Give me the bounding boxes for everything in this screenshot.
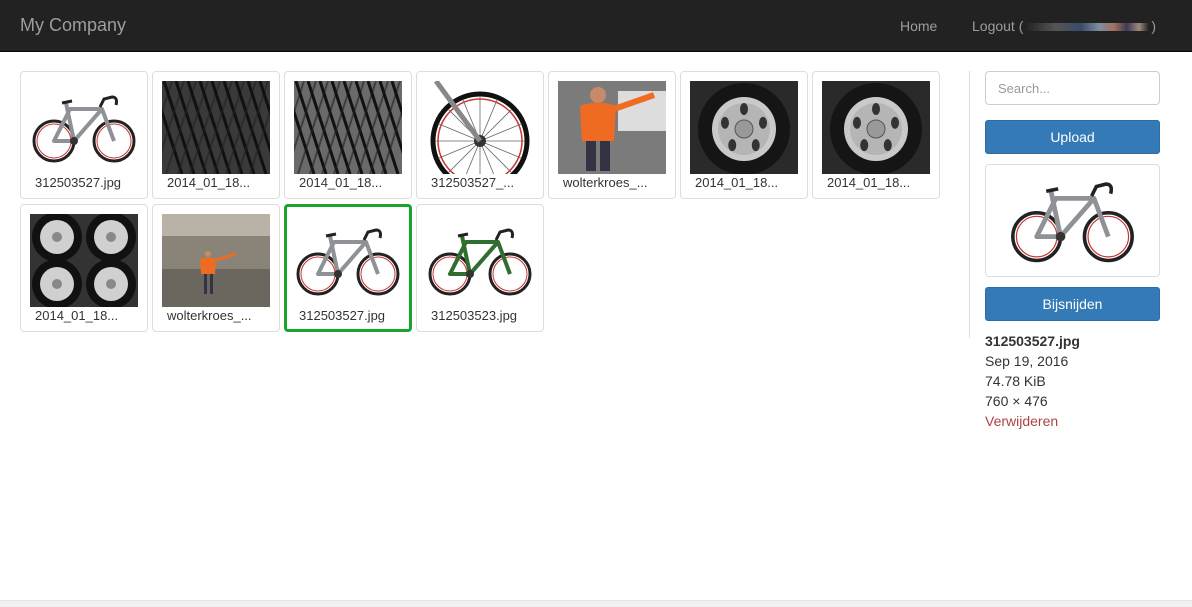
file-dimensions: 760 × 476 [985, 393, 1048, 409]
logout-close-paren: ) [1151, 18, 1157, 34]
file-name: 312503527.jpg [985, 333, 1080, 349]
thumbnail-image [30, 81, 138, 174]
file-size: 74.78 KiB [985, 373, 1046, 389]
thumbnail-caption: 2014_01_18... [162, 174, 270, 191]
file-date: Sep 19, 2016 [985, 353, 1069, 369]
thumbnail-image [690, 81, 798, 174]
thumbnail-caption: wolterkroes_... [558, 174, 666, 191]
thumbnail-caption: 312503527.jpg [294, 307, 402, 324]
thumbnail-card[interactable]: 2014_01_18... [680, 71, 808, 199]
upload-button[interactable]: Upload [985, 120, 1160, 154]
thumbnail-caption: wolterkroes_... [162, 307, 270, 324]
thumbnail-card[interactable]: 312503527_... [416, 71, 544, 199]
thumbnail-card[interactable]: wolterkroes_... [548, 71, 676, 199]
nav-logout-link[interactable]: Logout () [972, 18, 1156, 34]
thumbnail-image [426, 81, 534, 174]
logout-label: Logout ( [972, 18, 1024, 34]
nav-home-link[interactable]: Home [900, 18, 937, 34]
thumbnail-image [558, 81, 666, 174]
thumbnail-card[interactable]: 312503527.jpg [284, 204, 412, 332]
thumbnail-caption: 2014_01_18... [822, 174, 930, 191]
thumbnail-card[interactable]: 2014_01_18... [284, 71, 412, 199]
redacted-username [1025, 23, 1150, 32]
footer-border [0, 600, 1192, 607]
crop-button[interactable]: Bijsnijden [985, 287, 1160, 321]
thumbnail-card[interactable]: 2014_01_18... [812, 71, 940, 199]
thumbnail-card[interactable]: 2014_01_18... [152, 71, 280, 199]
thumbnail-image [294, 81, 402, 174]
delete-link[interactable]: Verwijderen [985, 411, 1058, 431]
thumbnail-caption: 2014_01_18... [30, 307, 138, 324]
thumbnail-card[interactable]: 312503527.jpg [20, 71, 148, 199]
thumbnail-caption: 312503527.jpg [30, 174, 138, 191]
thumbnail-caption: 312503527_... [426, 174, 534, 191]
thumbnail-image [30, 214, 138, 307]
preview-image [985, 164, 1160, 277]
thumbnail-caption: 312503523.jpg [426, 307, 534, 324]
search-input[interactable] [985, 71, 1160, 105]
thumbnail-card[interactable]: wolterkroes_... [152, 204, 280, 332]
top-navbar: My Company Home Logout () [0, 0, 1192, 52]
thumbnail-image [162, 81, 270, 174]
thumbnail-image [426, 214, 534, 307]
thumbnail-card[interactable]: 2014_01_18... [20, 204, 148, 332]
brand-link[interactable]: My Company [20, 15, 126, 36]
thumbnail-image [294, 214, 402, 307]
thumbnail-image [822, 81, 930, 174]
thumbnail-caption: 2014_01_18... [690, 174, 798, 191]
thumbnail-image [162, 214, 270, 307]
thumbnail-caption: 2014_01_18... [294, 174, 402, 191]
thumbnail-card[interactable]: 312503523.jpg [416, 204, 544, 332]
